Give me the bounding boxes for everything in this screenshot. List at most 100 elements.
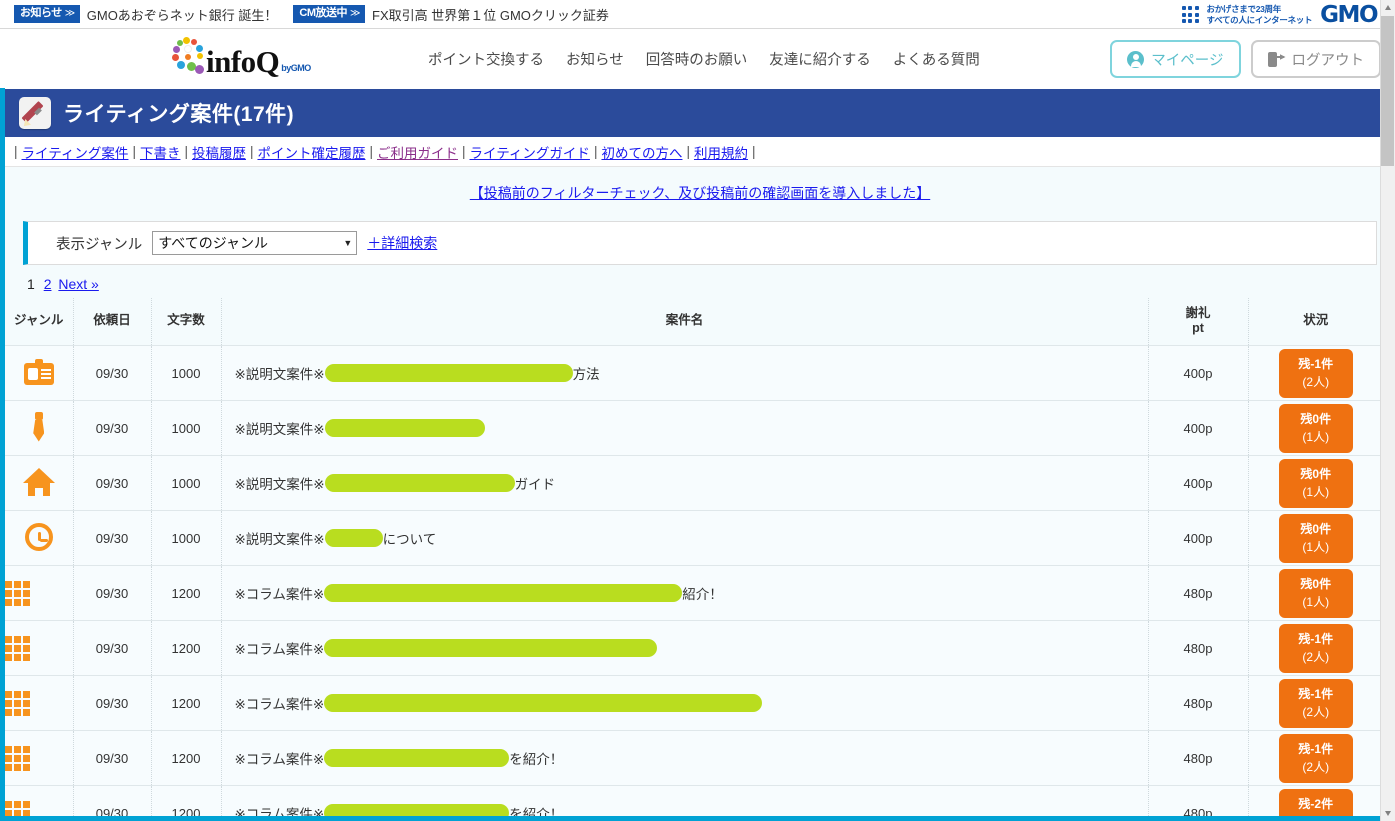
subnav-drafts[interactable]: 下書き <box>140 142 181 162</box>
page-scrollbar[interactable] <box>1380 0 1395 821</box>
subnav-sep: | <box>686 144 690 159</box>
subnav-usage-guide[interactable]: ご利用ガイド <box>377 142 458 162</box>
cell-date: 09/30 <box>73 345 152 401</box>
subnav-writing-guide[interactable]: ライティングガイド <box>470 142 590 162</box>
cell-genre <box>5 730 74 786</box>
main-navigation: ポイント交換する お知らせ 回答時のお願い 友達に紹介する よくある質問 <box>428 49 980 70</box>
grid-dots-icon <box>1181 6 1199 23</box>
table-row[interactable]: 09/30 1000 ※説明文案件※ 方法 400p 残-1件 (2人) <box>5 345 1383 401</box>
job-title: ※コラム案件※ 紹介！ <box>235 583 1148 603</box>
subnav-post-history[interactable]: 投稿履歴 <box>192 142 246 162</box>
table-row[interactable]: 09/30 1200 ※コラム案件※ 紹介！ 480p 残0件 (1人) <box>5 565 1383 621</box>
pagination-current-page: 1 <box>27 276 35 292</box>
cell-title[interactable]: ※コラム案件※ <box>221 675 1149 731</box>
notice-badge-oshirase[interactable]: お知らせ ≫ <box>14 5 80 23</box>
table-row[interactable]: 09/30 1000 ※説明文案件※ 400p 残0件 (1人) <box>5 400 1383 456</box>
header-chars: 文字数 <box>151 298 222 346</box>
cell-title[interactable]: ※コラム案件※ 紹介！ <box>221 565 1149 621</box>
nav-point-exchange[interactable]: ポイント交換する <box>428 49 544 70</box>
gmo-anniversary-tagline: おかげさまで23周年 すべての人にインターネット <box>1207 4 1313 25</box>
nav-news[interactable]: お知らせ <box>566 49 624 70</box>
cell-title[interactable]: ※説明文案件※ <box>221 400 1149 456</box>
job-title-suffix: ガイド <box>514 477 556 492</box>
cell-status: 残-1件 (2人) <box>1248 620 1383 676</box>
cell-title[interactable]: ※説明文案件※ について <box>221 510 1149 566</box>
cell-title[interactable]: ※コラム案件※ を紹介！ <box>221 730 1149 786</box>
redaction-bar <box>324 529 383 547</box>
infoq-logo[interactable]: infoQ byGMO <box>172 37 311 77</box>
redaction-bar <box>324 694 763 712</box>
infoq-bygmo-suffix: byGMO <box>281 63 311 73</box>
job-title: ※コラム案件※ を紹介！ <box>235 748 1148 768</box>
subnav-sep: | <box>132 144 136 159</box>
advanced-search-link[interactable]: ＋詳細検索 <box>367 233 437 253</box>
cell-points: 480p <box>1148 730 1249 786</box>
subnav-sep: | <box>369 144 373 159</box>
notice-text-fx[interactable]: FX取引高 世界第１位 GMOクリック証券 <box>372 5 609 24</box>
scroll-down-arrow-icon[interactable] <box>1381 806 1395 821</box>
notice-text-bank[interactable]: GMOあおぞらネット銀行 誕生！ <box>87 5 278 24</box>
status-people: (2人) <box>1302 649 1330 664</box>
nav-faq[interactable]: よくある質問 <box>893 49 980 70</box>
jobs-table-body: 09/30 1000 ※説明文案件※ 方法 400p 残-1件 (2人) 09/30 1000 ※… <box>5 345 1383 821</box>
subnav-beginners[interactable]: 初めての方へ <box>601 142 682 162</box>
redaction-bar <box>324 364 573 382</box>
table-row[interactable]: 09/30 1200 ※コラム案件※ を紹介！ 480p 残-1件 (2人) <box>5 730 1383 786</box>
genre-select-value: すべてのジャンル <box>158 235 269 251</box>
status-badge[interactable]: 残-1件 (2人) <box>1278 623 1353 673</box>
status-badge[interactable]: 残0件 (1人) <box>1278 513 1353 563</box>
genre-select[interactable]: すべてのジャンル ▼ <box>152 231 358 255</box>
mypage-button[interactable]: マイページ <box>1110 40 1241 78</box>
table-row[interactable]: 09/30 1000 ※説明文案件※ について 400p 残0件 (1人) <box>5 510 1383 566</box>
job-title-suffix: 方法 <box>572 367 600 382</box>
announcement-link[interactable]: 【投稿前のフィルターチェック、及び投稿前の確認画面を導入しました】 <box>470 185 930 201</box>
scrollbar-thumb[interactable] <box>1381 16 1394 166</box>
subnav-point-history[interactable]: ポイント確定履歴 <box>257 142 365 162</box>
job-title-suffix: 紹介！ <box>682 587 723 602</box>
status-remaining: 残0件 <box>1300 411 1332 426</box>
subnav-sep: | <box>14 144 18 159</box>
nav-refer-friend[interactable]: 友達に紹介する <box>769 49 871 70</box>
job-title: ※コラム案件※ <box>235 693 1148 713</box>
genre-filter-label: 表示ジャンル <box>56 236 143 253</box>
cell-title[interactable]: ※説明文案件※ 方法 <box>221 345 1149 401</box>
cell-genre <box>5 455 74 511</box>
status-badge[interactable]: 残-1件 (2人) <box>1278 733 1353 783</box>
pagination-page-2[interactable]: 2 <box>44 276 52 292</box>
status-badge[interactable]: 残0件 (1人) <box>1278 568 1353 618</box>
status-badge[interactable]: 残0件 (1人) <box>1278 403 1353 453</box>
notice-badge-cm[interactable]: CM放送中 ≫ <box>293 5 365 23</box>
status-badge[interactable]: 残-1件 (2人) <box>1278 348 1353 398</box>
table-row[interactable]: 09/30 1200 ※コラム案件※ 480p 残-1件 (2人) <box>5 675 1383 731</box>
cell-genre <box>5 345 74 401</box>
table-row[interactable]: 09/30 1200 ※コラム案件※ 480p 残-1件 (2人) <box>5 620 1383 676</box>
scroll-up-arrow-icon[interactable] <box>1381 0 1395 15</box>
cell-points: 400p <box>1148 510 1249 566</box>
status-badge[interactable]: 残0件 (1人) <box>1278 458 1353 508</box>
cell-title[interactable]: ※説明文案件※ ガイド <box>221 455 1149 511</box>
subnav-writing-jobs[interactable]: ライティング案件 <box>22 142 129 162</box>
pagination-next[interactable]: Next » <box>58 276 98 292</box>
logout-icon <box>1267 51 1286 67</box>
bottom-accent-rail <box>0 816 1380 821</box>
status-remaining: 残0件 <box>1300 466 1332 481</box>
cell-chars: 1000 <box>151 345 222 401</box>
jobs-table-head: ジャンル 依頼日 文字数 案件名 謝礼 pt 状況 <box>5 298 1383 346</box>
nav-answer-request[interactable]: 回答時のお願い <box>646 49 748 70</box>
chevron-down-icon: ▼ <box>343 238 353 248</box>
status-badge[interactable]: 残-1件 (2人) <box>1278 678 1353 728</box>
gmo-corner-brand[interactable]: おかげさまで23周年 すべての人にインターネット GMO <box>1181 0 1378 29</box>
cell-points: 400p <box>1148 345 1249 401</box>
table-row[interactable]: 09/30 1000 ※説明文案件※ ガイド 400p 残0件 (1人) <box>5 455 1383 511</box>
cell-title[interactable]: ※コラム案件※ <box>221 620 1149 676</box>
necktie-icon <box>32 411 46 442</box>
header-pt-line1: 謝礼 <box>1185 306 1211 320</box>
redaction-bar <box>324 474 515 492</box>
logout-button[interactable]: ログアウト <box>1250 40 1381 78</box>
job-title: ※コラム案件※ <box>235 638 1148 658</box>
cell-genre <box>5 510 74 566</box>
grid-icon <box>5 745 73 771</box>
status-people: (1人) <box>1302 594 1330 609</box>
subnav-terms[interactable]: 利用規約 <box>694 142 748 162</box>
header-pt-line2: pt <box>1192 321 1204 335</box>
